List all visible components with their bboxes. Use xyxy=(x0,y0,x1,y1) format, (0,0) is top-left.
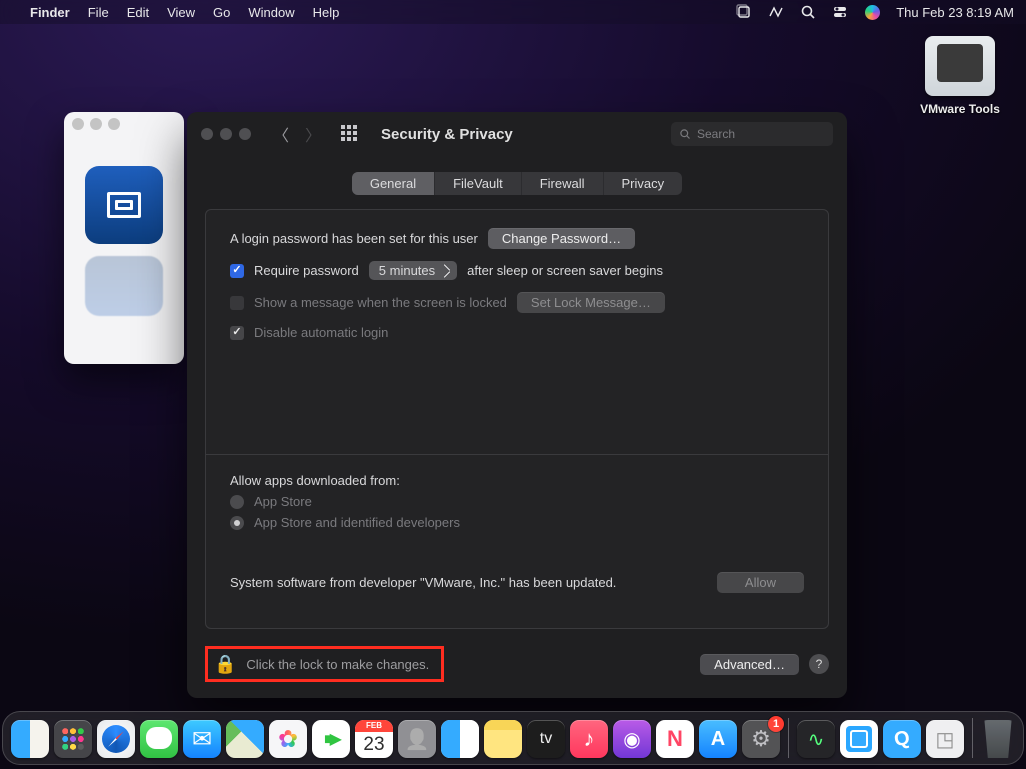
tab-filevault[interactable]: FileVault xyxy=(435,172,521,195)
dock: 23 1 xyxy=(2,711,1024,765)
menu-view[interactable]: View xyxy=(167,5,195,20)
dock-music[interactable] xyxy=(570,720,608,758)
allow-button: Allow xyxy=(717,572,804,593)
menu-file[interactable]: File xyxy=(88,5,109,20)
search-icon xyxy=(679,128,691,140)
dock-calendar[interactable]: 23 xyxy=(355,720,393,758)
disable-auto-login-label: Disable automatic login xyxy=(254,325,388,340)
menu-help[interactable]: Help xyxy=(313,5,340,20)
menu-edit[interactable]: Edit xyxy=(127,5,149,20)
lock-button[interactable]: 🔒 Click the lock to make changes. xyxy=(214,655,429,673)
dock-screenshot[interactable] xyxy=(840,720,878,758)
forward-button[interactable]: 〉 xyxy=(305,122,321,146)
require-password-label: Require password xyxy=(254,263,359,278)
dock-messages[interactable] xyxy=(140,720,178,758)
system-software-notice: System software from developer "VMware, … xyxy=(230,575,616,590)
radio-identified-devs-label: App Store and identified developers xyxy=(254,515,460,530)
search-placeholder: Search xyxy=(697,127,735,141)
lock-icon: 🔒 xyxy=(214,655,236,673)
back-button[interactable]: 〈 xyxy=(273,122,289,146)
require-password-checkbox[interactable] xyxy=(230,264,244,278)
general-panel: A login password has been set for this u… xyxy=(205,209,829,629)
zoom-button[interactable] xyxy=(239,128,251,140)
tab-general[interactable]: General xyxy=(352,172,434,195)
after-sleep-label: after sleep or screen saver begins xyxy=(467,263,663,278)
dock-notes[interactable] xyxy=(484,720,522,758)
tab-bar: General FileVault Firewall Privacy xyxy=(352,172,682,195)
menu-window[interactable]: Window xyxy=(248,5,294,20)
change-password-button[interactable]: Change Password… xyxy=(488,228,635,249)
dock-divider xyxy=(788,718,789,758)
minimize-button[interactable] xyxy=(90,118,102,130)
show-message-checkbox xyxy=(230,296,244,310)
dock-podcasts[interactable] xyxy=(613,720,651,758)
desktop-icon-label: VMware Tools xyxy=(914,102,1006,116)
show-all-button[interactable] xyxy=(341,125,359,143)
radio-app-store-label: App Store xyxy=(254,494,312,509)
clock[interactable]: Thu Feb 23 8:19 AM xyxy=(896,5,1014,20)
window-title: Security & Privacy xyxy=(381,126,659,143)
tutorial-highlight: 🔒 Click the lock to make changes. xyxy=(205,646,444,682)
dock-facetime[interactable] xyxy=(312,720,350,758)
show-message-label: Show a message when the screen is locked xyxy=(254,295,507,310)
dock-safari[interactable] xyxy=(97,720,135,758)
radio-app-store xyxy=(230,495,244,509)
dock-divider xyxy=(972,718,973,758)
dock-launchpad[interactable] xyxy=(54,720,92,758)
vmware-installer-icon[interactable] xyxy=(85,166,163,244)
dock-maps[interactable] xyxy=(226,720,264,758)
traffic-lights xyxy=(201,128,251,140)
menu-go[interactable]: Go xyxy=(213,5,230,20)
control-center-icon[interactable] xyxy=(832,4,848,20)
dock-tv[interactable] xyxy=(527,720,565,758)
menu-bar: Finder File Edit View Go Window Help Thu… xyxy=(0,0,1026,24)
finder-window[interactable] xyxy=(64,112,184,364)
allow-apps-label: Allow apps downloaded from: xyxy=(230,473,400,488)
dock-finder[interactable] xyxy=(11,720,49,758)
dock-reminders[interactable] xyxy=(441,720,479,758)
disk-icon xyxy=(925,36,995,96)
siri-icon[interactable] xyxy=(864,4,880,20)
spotlight-icon[interactable] xyxy=(800,4,816,20)
app-menu[interactable]: Finder xyxy=(30,5,70,20)
traffic-lights xyxy=(72,118,120,130)
dock-system-preferences[interactable]: 1 xyxy=(742,720,780,758)
zoom-button[interactable] xyxy=(108,118,120,130)
tab-privacy[interactable]: Privacy xyxy=(604,172,683,195)
radio-identified-devs xyxy=(230,516,244,530)
set-lock-message-button: Set Lock Message… xyxy=(517,292,665,313)
help-button[interactable]: ? xyxy=(809,654,829,674)
require-password-delay-select[interactable]: 5 minutes xyxy=(369,261,457,280)
dock-app-store[interactable] xyxy=(699,720,737,758)
disable-auto-login-checkbox xyxy=(230,326,244,340)
dock-quicktime[interactable] xyxy=(883,720,921,758)
search-field[interactable]: Search xyxy=(671,122,833,146)
dock-trash[interactable] xyxy=(981,720,1015,758)
close-button[interactable] xyxy=(72,118,84,130)
login-password-label: A login password has been set for this u… xyxy=(230,231,478,246)
dock-contacts[interactable] xyxy=(398,720,436,758)
dock-news[interactable] xyxy=(656,720,694,758)
vm-status-icon[interactable] xyxy=(768,4,784,20)
dock-vmware-installer[interactable] xyxy=(926,720,964,758)
tab-firewall[interactable]: Firewall xyxy=(522,172,603,195)
dock-mail[interactable] xyxy=(183,720,221,758)
close-button[interactable] xyxy=(201,128,213,140)
desktop-icon-vmware-tools[interactable]: VMware Tools xyxy=(914,36,1006,116)
stage-manager-icon[interactable] xyxy=(736,4,752,20)
advanced-button[interactable]: Advanced… xyxy=(700,654,799,675)
system-preferences-window: 〈 〉 Security & Privacy Search General Fi… xyxy=(187,112,847,698)
minimize-button[interactable] xyxy=(220,128,232,140)
update-badge: 1 xyxy=(768,716,784,732)
titlebar: 〈 〉 Security & Privacy Search xyxy=(187,112,847,156)
dock-activity-monitor[interactable] xyxy=(797,720,835,758)
lock-label: Click the lock to make changes. xyxy=(246,657,429,672)
dock-photos[interactable] xyxy=(269,720,307,758)
